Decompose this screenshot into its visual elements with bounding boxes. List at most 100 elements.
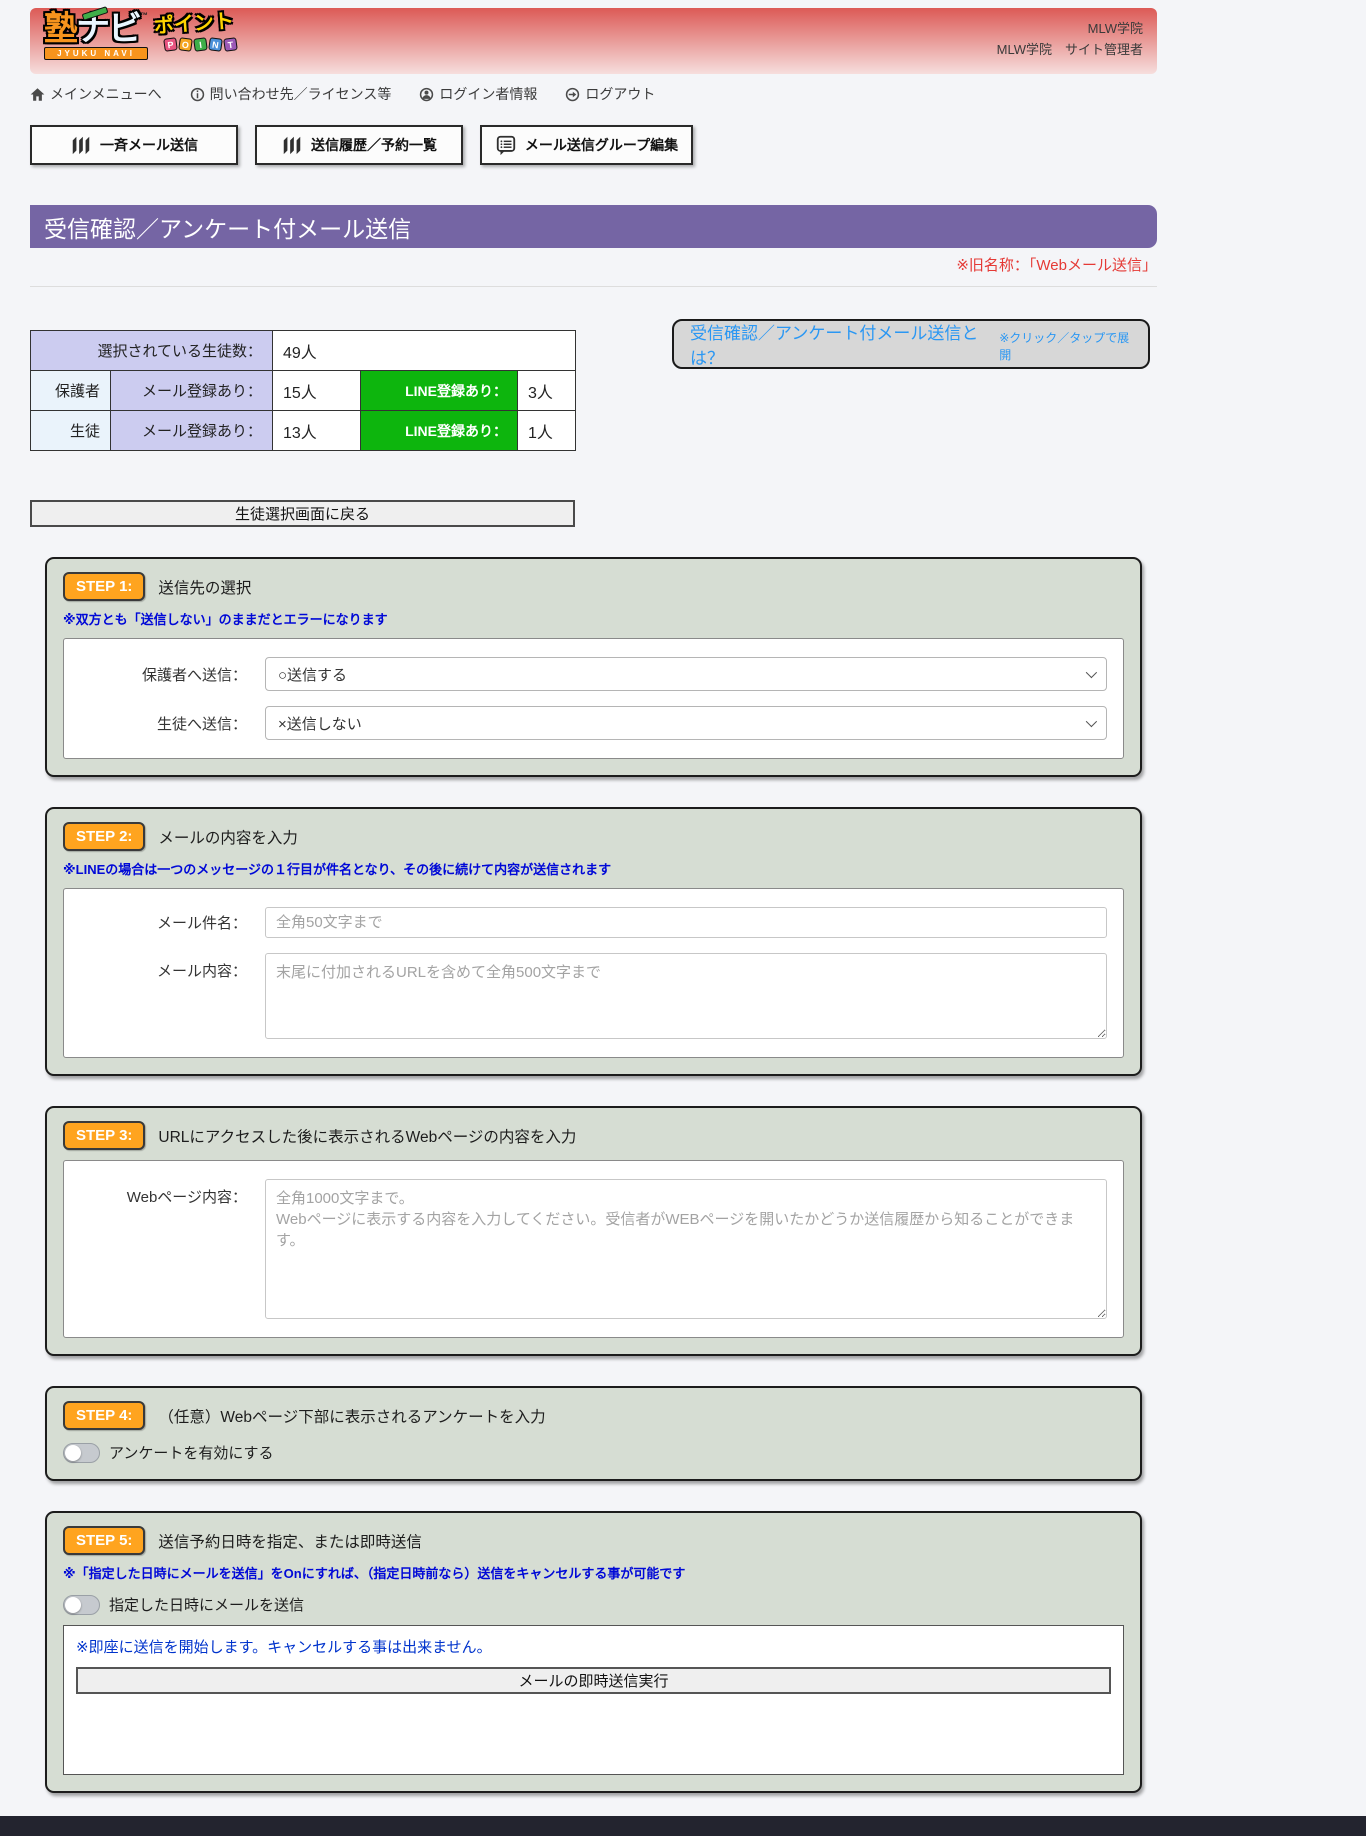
- selected-count-value: 49人: [272, 330, 576, 371]
- logo-trademark: ™: [140, 11, 148, 20]
- nav-main-menu[interactable]: メインメニューへ: [30, 84, 162, 104]
- nav-contact-license[interactable]: 問い合わせ先／ライセンス等: [190, 84, 392, 104]
- webpage-content-textarea[interactable]: [265, 1179, 1107, 1319]
- point-tiles: P O I N T: [163, 37, 238, 52]
- mail-body-textarea[interactable]: [265, 953, 1107, 1039]
- page-footer: [0, 1816, 1366, 1836]
- books-icon: [72, 136, 90, 155]
- toolbar-label: 一斉メール送信: [100, 137, 198, 153]
- selected-option: ○送信する: [278, 666, 348, 684]
- step4-section: STEP 4: （任意）Webページ下部に表示されるアンケートを入力 アンケート…: [45, 1386, 1142, 1481]
- page-title-bar: 受信確認／アンケート付メール送信: [30, 205, 1157, 248]
- enable-survey-label: アンケートを有効にする: [109, 1445, 274, 1462]
- step4-badge: STEP 4:: [63, 1401, 146, 1430]
- logout-icon: [566, 87, 580, 101]
- logo-wordmark: 塾ナビ™ JYUKU NAVI: [44, 6, 148, 60]
- old-name-note: ※旧名称：「Webメール送信」: [956, 257, 1157, 274]
- selected-count-label: 選択されている生徒数：: [30, 330, 273, 371]
- step5-title: 送信予約日時を指定、または即時送信: [158, 1533, 422, 1551]
- toolbar-label: メール送信グループ編集: [524, 137, 679, 153]
- recipient-summary-table: 選択されている生徒数： 49人 保護者 メール登録あり： 15人 LINE登録あ…: [30, 330, 576, 451]
- line-registered-value: 3人: [517, 370, 576, 411]
- mail-registered-value: 13人: [272, 410, 361, 451]
- group-label: 生徒: [30, 410, 111, 451]
- step1-panel: 保護者へ送信： ○送信する 生徒へ送信： ×送信しない: [63, 638, 1124, 759]
- help-expander[interactable]: 受信確認／アンケート付メール送信とは？ ※クリック／タップで展開: [672, 319, 1150, 369]
- selected-option: ×送信しない: [278, 715, 362, 733]
- chevron-down-icon: [1085, 666, 1098, 679]
- step2-badge: STEP 2:: [63, 822, 146, 851]
- step1-section: STEP 1: 送信先の選択 ※双方とも「送信しない」のままだとエラーになります…: [45, 557, 1142, 777]
- nav-label: メインメニューへ: [50, 86, 162, 102]
- login-info: MLW学院 MLW学院 サイト管理者: [997, 18, 1143, 61]
- step2-title: メールの内容を入力: [158, 829, 298, 847]
- page-content: 塾ナビ™ JYUKU NAVI ポイント P O I N T MLW学院 MLW…: [30, 6, 1157, 1793]
- toolbar-label: 送信履歴／予約一覧: [311, 137, 437, 153]
- step1-badge: STEP 1:: [63, 572, 146, 601]
- back-to-student-select-button[interactable]: 生徒選択画面に戻る: [30, 500, 575, 527]
- app-logo[interactable]: 塾ナビ™ JYUKU NAVI ポイント P O I N T: [44, 6, 238, 60]
- step2-panel: メール件名： メール内容：: [63, 888, 1124, 1058]
- top-nav: メインメニューへ 問い合わせ先／ライセンス等 ログイン者情報 ログアウト: [30, 85, 1157, 103]
- webpage-content-label: Webページ内容：: [126, 1189, 247, 1206]
- immediate-send-note: ※即座に送信を開始します。キャンセルする事は出来ません。: [76, 1639, 492, 1656]
- tile-i: I: [193, 37, 208, 52]
- step1-title: 送信先の選択: [158, 579, 252, 597]
- group-label: 保護者: [30, 370, 111, 411]
- nav-logout[interactable]: ログアウト: [565, 84, 655, 104]
- table-row: 選択されている生徒数： 49人: [30, 330, 576, 371]
- line-registered-label: LINE登録あり：: [360, 410, 518, 451]
- tile-t: T: [223, 37, 238, 52]
- immediate-send-panel: ※即座に送信を開始します。キャンセルする事は出来ません。 メールの即時送信実行: [63, 1625, 1124, 1775]
- step3-section: STEP 3: URLにアクセスした後に表示されるWebページの内容を入力 We…: [45, 1106, 1142, 1356]
- table-row: 生徒 メール登録あり： 13人 LINE登録あり： 1人: [30, 410, 576, 451]
- mail-registered-label: メール登録あり：: [110, 410, 273, 451]
- logo-subtitle: JYUKU NAVI: [44, 47, 148, 60]
- step2-note: ※LINEの場合は一つのメッセージの１行目が件名となり、その後に続けて内容が送信…: [63, 862, 612, 877]
- mail-group-edit-button[interactable]: メール送信グループ編集: [480, 125, 693, 165]
- mail-subject-label: メール件名：: [156, 915, 247, 932]
- guardian-send-label: 保護者へ送信：: [141, 666, 247, 684]
- step3-badge: STEP 3:: [63, 1121, 146, 1150]
- books-icon: [283, 136, 301, 155]
- step4-title: （任意）Webページ下部に表示されるアンケートを入力: [158, 1408, 546, 1426]
- tile-p: P: [163, 37, 178, 52]
- guardian-send-select[interactable]: ○送信する: [265, 657, 1107, 691]
- send-now-button[interactable]: メールの即時送信実行: [76, 1667, 1111, 1694]
- home-icon: [30, 87, 45, 101]
- logo-point-block: ポイント P O I N T: [153, 10, 238, 52]
- line-registered-value: 1人: [517, 410, 576, 451]
- nav-label: ログイン者情報: [439, 86, 538, 102]
- step5-badge: STEP 5:: [63, 1526, 146, 1555]
- student-send-select[interactable]: ×送信しない: [265, 706, 1107, 740]
- history-reservation-button[interactable]: 送信履歴／予約一覧: [255, 125, 463, 165]
- step5-section: STEP 5: 送信予約日時を指定、または即時送信 ※「指定した日時にメールを送…: [45, 1511, 1142, 1793]
- school-name: MLW学院: [1087, 21, 1143, 36]
- step5-note: ※「指定した日時にメールを送信」をOnにすれば、（指定日時前なら）送信をキャンセ…: [63, 1566, 686, 1581]
- user-icon: [420, 87, 434, 101]
- scheduled-send-toggle[interactable]: [63, 1594, 100, 1615]
- app-header: 塾ナビ™ JYUKU NAVI ポイント P O I N T MLW学院 MLW…: [30, 6, 1157, 74]
- summary-area: 選択されている生徒数： 49人 保護者 メール登録あり： 15人 LINE登録あ…: [30, 319, 1157, 500]
- line-registered-label: LINE登録あり：: [360, 370, 518, 411]
- logo-point-text: ポイント: [153, 10, 235, 38]
- bulk-mail-button[interactable]: 一斉メール送信: [30, 125, 238, 165]
- mail-subject-input[interactable]: [265, 907, 1107, 938]
- mail-body-label: メール内容：: [156, 963, 247, 980]
- toolbar: 一斉メール送信 送信履歴／予約一覧 メール送信グループ編集: [30, 125, 1157, 165]
- page-title: 受信確認／アンケート付メール送信: [44, 215, 412, 242]
- nav-login-info[interactable]: ログイン者情報: [419, 84, 537, 104]
- tile-n: N: [208, 37, 223, 52]
- tile-o: O: [178, 37, 193, 52]
- student-send-label: 生徒へ送信：: [156, 715, 247, 733]
- info-icon: [190, 87, 204, 101]
- enable-survey-toggle[interactable]: [63, 1442, 100, 1463]
- divider: [30, 286, 1157, 287]
- step3-title: URLにアクセスした後に表示されるWebページの内容を入力: [158, 1128, 577, 1146]
- nav-label: 問い合わせ先／ライセンス等: [209, 86, 392, 102]
- login-user: MLW学院 サイト管理者: [996, 42, 1143, 58]
- step1-note: ※双方とも「送信しない」のままだとエラーになります: [63, 612, 388, 627]
- table-row: 保護者 メール登録あり： 15人 LINE登録あり： 3人: [30, 370, 576, 411]
- help-title: 受信確認／アンケート付メール送信とは？: [690, 324, 979, 368]
- scheduled-send-label: 指定した日時にメールを送信: [109, 1597, 305, 1614]
